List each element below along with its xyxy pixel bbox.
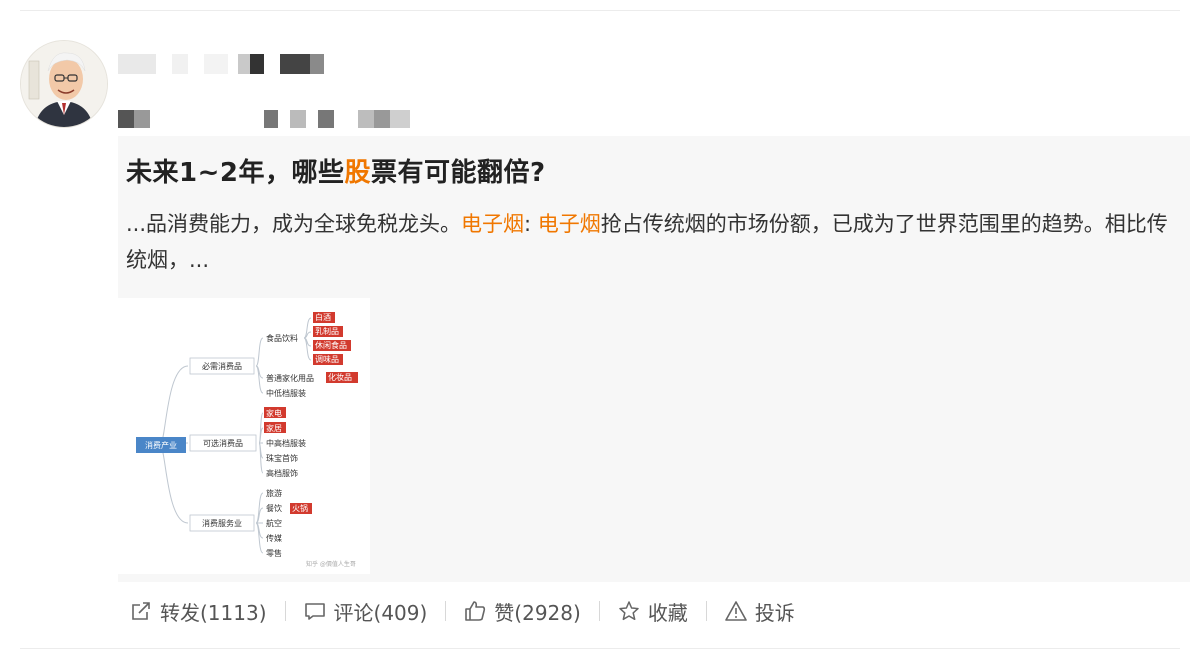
- like-label: 赞(2928): [494, 600, 581, 625]
- favorite-label: 收藏: [647, 600, 688, 625]
- repost-button[interactable]: 转发(1113): [130, 597, 267, 626]
- shared-article-card[interactable]: 未来1~2年，哪些股票有可能翻倍? ...品消费能力，成为全球免税龙头。电子烟:…: [118, 136, 1190, 582]
- mindmap-tag: 家电: [266, 408, 282, 418]
- mindmap-tag: 火锅: [292, 503, 308, 513]
- mindmap-node: 中高档服装: [266, 438, 306, 448]
- article-thumbnail-mindmap[interactable]: 消费产业 必需消费品 可选消费品 消费服务业 食品饮料 普通家化用品 中低档服装…: [118, 298, 370, 574]
- keyword-highlight: 电子烟: [461, 212, 525, 236]
- bottom-divider: [20, 648, 1180, 649]
- mindmap-node: 传媒: [266, 533, 282, 543]
- like-button[interactable]: 赞(2928): [464, 597, 581, 626]
- mindmap-node: 食品饮料: [266, 333, 298, 343]
- mindmap-branch: 可选消费品: [203, 438, 243, 448]
- mindmap-branch: 必需消费品: [202, 361, 242, 371]
- share-icon: [132, 602, 150, 620]
- action-divider: [284, 601, 286, 621]
- comment-label: 评论(409): [333, 600, 428, 625]
- mindmap-node: 餐饮: [266, 503, 282, 513]
- post-action-bar: 转发(1113) 评论(409) 赞(2928) 收藏 投诉: [130, 596, 795, 626]
- action-divider: [598, 601, 600, 621]
- repost-label: 转发(1113): [160, 600, 267, 625]
- star-icon: [619, 601, 639, 621]
- post-meta-blurred: [118, 110, 438, 128]
- mindmap-node: 中低档服装: [266, 388, 306, 398]
- action-divider: [445, 601, 447, 621]
- keyword-highlight: 电子烟: [537, 212, 601, 236]
- mindmap-tag: 家居: [266, 423, 282, 433]
- top-divider: [20, 10, 1180, 11]
- thumbs-up-icon: [465, 601, 486, 621]
- mindmap-branch: 消费服务业: [202, 518, 242, 528]
- mindmap-node: 航空: [266, 518, 282, 528]
- mindmap-node: 高档服饰: [266, 468, 298, 478]
- mindmap-tag: 化妆品: [328, 372, 352, 382]
- mindmap-tag: 休闲食品: [315, 340, 347, 350]
- mindmap-root-label: 消费产业: [145, 440, 177, 450]
- action-divider: [705, 601, 707, 621]
- comment-icon: [304, 603, 325, 620]
- mindmap-tag: 调味品: [315, 354, 339, 364]
- favorite-button[interactable]: 收藏: [618, 597, 688, 626]
- avatar-portrait-icon: [21, 41, 107, 127]
- mindmap-node: 旅游: [266, 488, 282, 498]
- mindmap-node: 普通家化用品: [266, 373, 314, 383]
- mindmap-tag: 白酒: [315, 312, 331, 322]
- comment-button[interactable]: 评论(409): [304, 597, 428, 626]
- article-title[interactable]: 未来1~2年，哪些股票有可能翻倍?: [126, 152, 546, 189]
- report-button[interactable]: 投诉: [725, 597, 795, 626]
- report-label: 投诉: [754, 600, 795, 625]
- mindmap-node: 珠宝首饰: [266, 453, 298, 463]
- warning-icon: [725, 601, 747, 621]
- mindmap-image: 消费产业 必需消费品 可选消费品 消费服务业 食品饮料 普通家化用品 中低档服装…: [136, 312, 358, 568]
- mindmap-tag: 乳制品: [315, 326, 339, 336]
- avatar[interactable]: [20, 40, 108, 128]
- mindmap-watermark: 知乎 @價值人生哥: [306, 560, 356, 568]
- article-excerpt: ...品消费能力，成为全球免税龙头。电子烟: 电子烟抢占传统烟的市场份额，已成为…: [126, 212, 1168, 272]
- title-highlight: 股: [344, 158, 371, 188]
- mindmap-node: 零售: [266, 548, 282, 558]
- username-blurred: [118, 54, 338, 74]
